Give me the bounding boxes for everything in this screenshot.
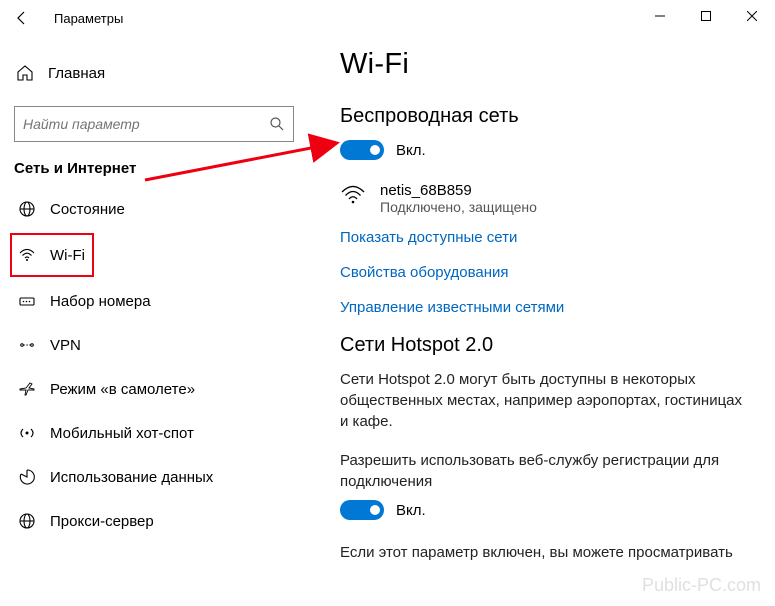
hotspot-permit-label: Разрешить использовать веб-службу регист… — [340, 450, 751, 492]
search-icon — [269, 116, 285, 132]
page-title: Wi-Fi — [340, 48, 751, 81]
home-icon — [16, 64, 36, 82]
sidebar-item-vpn[interactable]: VPN — [0, 323, 312, 367]
watermark: Public-PC.com — [642, 575, 761, 596]
proxy-icon — [16, 512, 38, 530]
wifi-icon — [16, 246, 38, 264]
category-header: Сеть и Интернет — [0, 160, 312, 187]
hotspot-toggle[interactable] — [340, 500, 384, 520]
sidebar-item-hotspot[interactable]: Мобильный хот-спот — [0, 411, 312, 455]
window-title: Параметры — [54, 11, 123, 26]
wifi-toggle-label: Вкл. — [396, 142, 426, 159]
wireless-heading: Беспроводная сеть — [340, 105, 751, 128]
main-panel: Wi-Fi Беспроводная сеть Вкл. netis_68B85… — [322, 36, 775, 606]
home-link[interactable]: Главная — [0, 58, 312, 88]
home-label: Главная — [48, 65, 105, 82]
sidebar: Главная Сеть и Интернет Состояние Wi-Fi — [0, 36, 322, 606]
dialup-icon — [16, 292, 38, 310]
globe-icon — [16, 200, 38, 218]
link-available-networks[interactable]: Показать доступные сети — [340, 229, 751, 246]
sidebar-item-proxy[interactable]: Прокси-сервер — [0, 499, 312, 543]
hotspot-toggle-label: Вкл. — [396, 502, 426, 519]
sidebar-item-label: Wi-Fi — [50, 247, 85, 264]
search-input[interactable] — [23, 116, 269, 132]
airplane-icon — [16, 380, 38, 398]
wifi-toggle-row: Вкл. — [340, 140, 751, 160]
hotspot-icon — [16, 424, 38, 442]
sidebar-item-wifi[interactable]: Wi-Fi — [10, 233, 94, 277]
sidebar-item-label: Режим «в самолете» — [50, 381, 195, 398]
maximize-button[interactable] — [683, 0, 729, 32]
sidebar-item-label: Состояние — [50, 201, 125, 218]
hotspot-footer: Если этот параметр включен, вы можете пр… — [340, 542, 751, 563]
sidebar-item-label: Прокси-сервер — [50, 513, 154, 530]
sidebar-item-datausage[interactable]: Использование данных — [0, 455, 312, 499]
arrow-left-icon — [14, 10, 30, 26]
network-name: netis_68B859 — [380, 182, 537, 199]
datausage-icon — [16, 468, 38, 486]
sidebar-item-label: Набор номера — [50, 293, 151, 310]
window-controls — [637, 0, 775, 32]
back-button[interactable] — [14, 10, 34, 26]
minimize-icon — [655, 11, 665, 21]
minimize-button[interactable] — [637, 0, 683, 32]
wifi-icon — [340, 182, 370, 206]
sidebar-item-airplane[interactable]: Режим «в самолете» — [0, 367, 312, 411]
link-hardware-properties[interactable]: Свойства оборудования — [340, 264, 751, 281]
sidebar-item-label: Использование данных — [50, 469, 213, 486]
close-icon — [747, 11, 757, 21]
hotspot-toggle-row: Вкл. — [340, 500, 751, 520]
link-known-networks[interactable]: Управление известными сетями — [340, 299, 751, 316]
network-status: Подключено, защищено — [380, 199, 537, 215]
sidebar-item-label: Мобильный хот-спот — [50, 425, 194, 442]
wifi-toggle[interactable] — [340, 140, 384, 160]
titlebar: Параметры — [0, 0, 775, 36]
sidebar-item-status[interactable]: Состояние — [0, 187, 312, 231]
search-box[interactable] — [14, 106, 294, 142]
maximize-icon — [701, 11, 711, 21]
close-button[interactable] — [729, 0, 775, 32]
sidebar-item-label: VPN — [50, 337, 81, 354]
current-network[interactable]: netis_68B859 Подключено, защищено — [340, 182, 751, 215]
sidebar-item-dialup[interactable]: Набор номера — [0, 279, 312, 323]
hotspot-description: Сети Hotspot 2.0 могут быть доступны в н… — [340, 369, 751, 432]
vpn-icon — [16, 336, 38, 354]
hotspot-heading: Сети Hotspot 2.0 — [340, 334, 751, 357]
